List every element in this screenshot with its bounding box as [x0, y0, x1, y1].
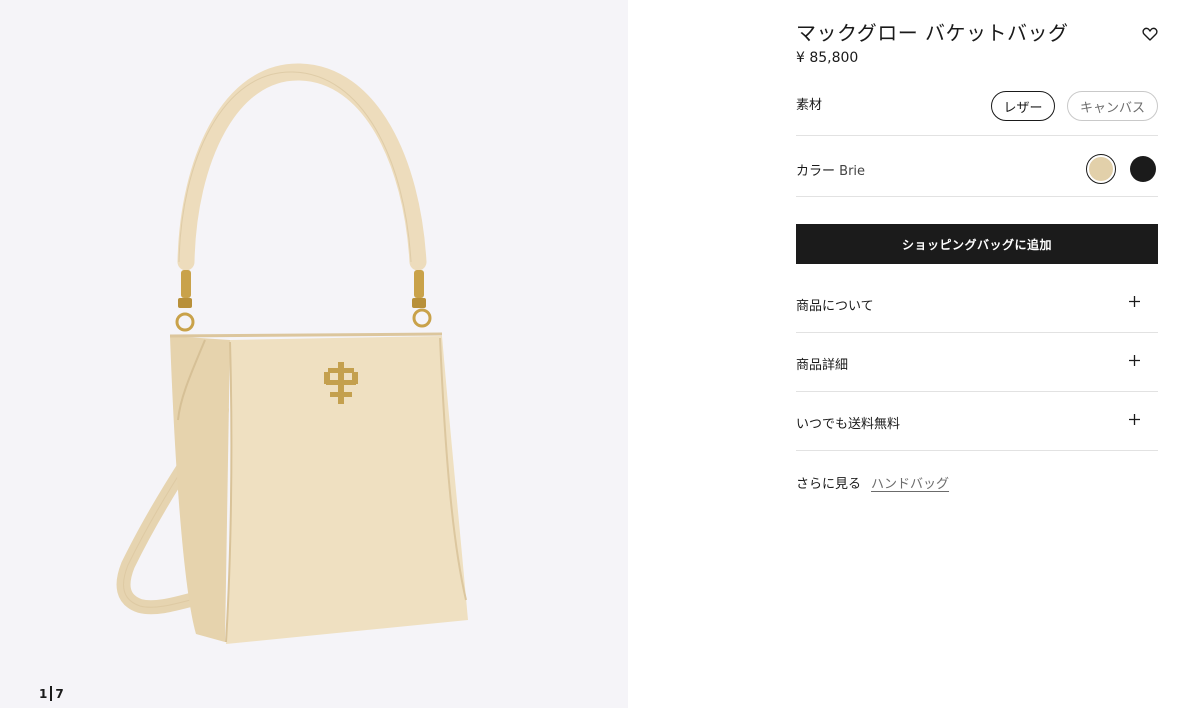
plus-icon [1129, 414, 1140, 425]
product-image[interactable] [0, 0, 628, 708]
accordion-item-details[interactable]: 商品詳細 [796, 333, 1158, 392]
product-title: マックグロー バケットバッグ [796, 21, 1069, 45]
color-swatches [1086, 154, 1158, 184]
selected-color-name: Brie [839, 164, 866, 179]
color-label: カラー [796, 164, 836, 179]
accordion-item-about[interactable]: 商品について [796, 274, 1158, 333]
material-option-leather[interactable]: レザー [991, 91, 1055, 121]
see-more-label: さらに見る [796, 477, 862, 492]
plus-icon [1129, 296, 1140, 307]
see-more: さらに見る ハンドバッグ [796, 473, 949, 492]
swatch-fill [1089, 157, 1113, 181]
product-info-accordion: 商品について 商品詳細 いつでも送料無料 [796, 274, 1158, 451]
material-option-label: レザー [1003, 100, 1043, 116]
material-option-label: キャンバス [1079, 100, 1145, 116]
pager-divider [50, 686, 53, 701]
product-image-gallery[interactable]: 1 7 [0, 0, 628, 708]
color-label-group: カラー Brie [796, 160, 865, 179]
accordion-item-shipping[interactable]: いつでも送料無料 [796, 392, 1158, 451]
image-pager: 1 7 [39, 686, 64, 701]
color-swatch-brie[interactable] [1086, 154, 1116, 184]
current-page-number: 1 [39, 686, 48, 701]
material-option-canvas[interactable]: キャンバス [1067, 91, 1158, 121]
swatch-fill [1130, 156, 1156, 182]
heart-icon[interactable] [1142, 26, 1158, 42]
product-price: ¥ 85,800 [796, 50, 859, 66]
color-selector: カラー Brie [796, 136, 1158, 197]
accordion-label: いつでも送料無料 [796, 417, 901, 432]
add-to-bag-button[interactable]: ショッピングバッグに追加 [796, 224, 1158, 264]
material-selector: 素材 レザー キャンバス [796, 88, 1158, 136]
total-page-number: 7 [55, 686, 64, 701]
color-swatch-black[interactable] [1128, 154, 1158, 184]
handbags-link[interactable]: ハンドバッグ [871, 473, 949, 492]
product-page: 1 7 マックグロー バケットバッグ ¥ 85,800 素材 レザー キャンバス [0, 0, 1179, 708]
title-row: マックグロー バケットバッグ [796, 20, 1158, 46]
plus-icon [1129, 355, 1140, 366]
material-options: レザー キャンバス [991, 91, 1158, 121]
accordion-label: 商品詳細 [796, 358, 849, 373]
accordion-label: 商品について [796, 299, 874, 314]
material-label: 素材 [796, 98, 823, 113]
